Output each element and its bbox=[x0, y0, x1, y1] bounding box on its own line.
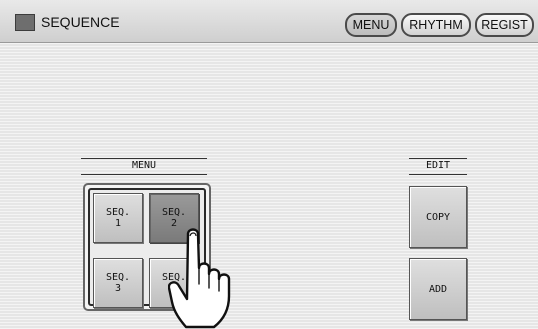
menu-group-bottom-rule bbox=[81, 174, 207, 175]
seq-3-label-line1: SEQ. bbox=[105, 272, 131, 283]
copy-button[interactable]: COPY bbox=[409, 186, 467, 248]
menu-button[interactable]: MENU bbox=[345, 13, 397, 37]
regist-button[interactable]: REGIST bbox=[475, 13, 534, 37]
menu-group-label: MENU bbox=[131, 160, 157, 171]
page-title: SEQUENCE bbox=[41, 14, 120, 30]
seq-3-button[interactable]: SEQ. 3 bbox=[93, 258, 143, 308]
pointing-hand-icon bbox=[168, 228, 231, 329]
add-label: ADD bbox=[428, 283, 448, 295]
edit-group-top-rule bbox=[409, 158, 467, 159]
seq-3-label-line2: 3 bbox=[114, 283, 122, 294]
sequence-icon bbox=[15, 14, 35, 31]
seq-1-button[interactable]: SEQ. 1 bbox=[93, 193, 143, 243]
rhythm-button[interactable]: RHYTHM bbox=[401, 13, 471, 37]
seq-1-label-line1: SEQ. bbox=[105, 207, 131, 218]
copy-label: COPY bbox=[425, 211, 451, 223]
seq-2-label-line1: SEQ. bbox=[161, 207, 187, 218]
sequence-screen: SEQUENCE MENU RHYTHM REGIST MENU EDIT SE… bbox=[0, 0, 538, 329]
edit-group-bottom-rule bbox=[409, 174, 467, 175]
seq-1-label-line2: 1 bbox=[114, 218, 122, 229]
menu-group-top-rule bbox=[81, 158, 207, 159]
title-bar: SEQUENCE MENU RHYTHM REGIST bbox=[0, 0, 538, 43]
edit-group-label: EDIT bbox=[425, 160, 451, 171]
add-button[interactable]: ADD bbox=[409, 258, 467, 320]
